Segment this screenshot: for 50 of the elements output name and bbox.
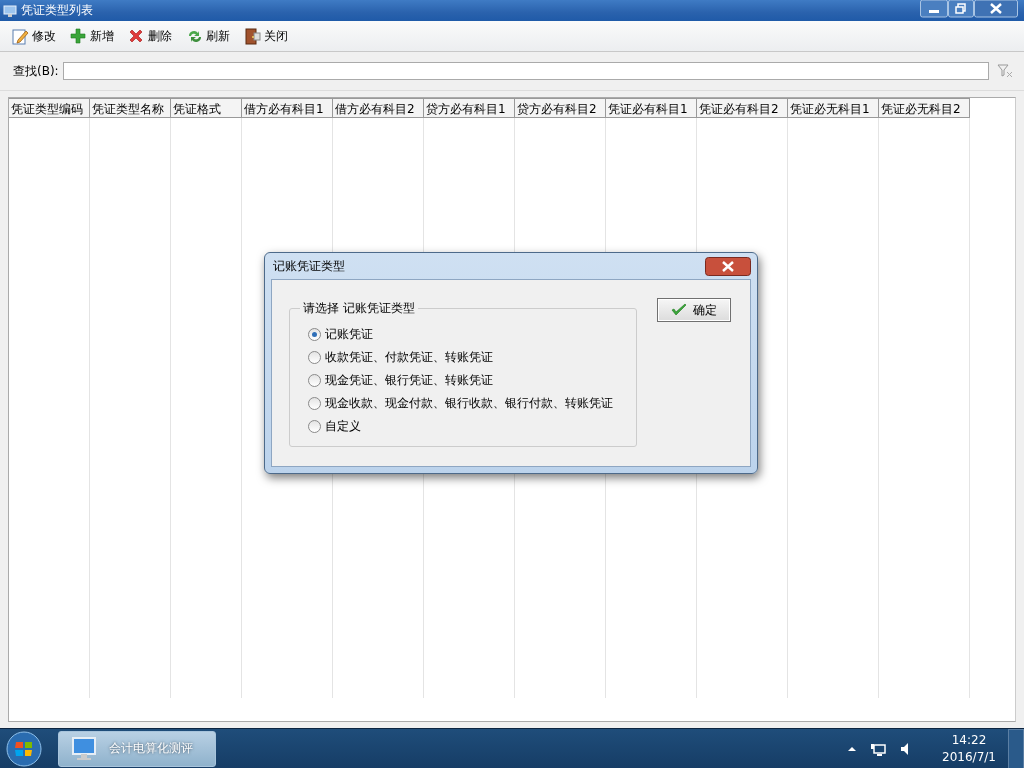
close-button[interactable] xyxy=(705,256,751,276)
ok-button[interactable]: 确定 xyxy=(657,298,731,322)
radio-button[interactable] xyxy=(308,374,321,387)
search-label: 查找(B): xyxy=(13,62,59,80)
toolbar-button[interactable]: 删除 xyxy=(124,25,176,47)
column-header[interactable]: 凭证格式 xyxy=(171,98,242,118)
close-icon xyxy=(128,27,145,45)
clock-date: 2016/7/1 xyxy=(942,748,996,766)
minimize-button[interactable] xyxy=(920,0,948,18)
plus-icon xyxy=(70,27,87,45)
close-button[interactable] xyxy=(974,0,1018,18)
toolbar-button[interactable]: 修改 xyxy=(8,25,60,47)
column-header[interactable]: 凭证类型编码 xyxy=(9,98,90,118)
caret-up-icon[interactable] xyxy=(848,745,856,752)
search-field[interactable] xyxy=(62,62,989,80)
dialog-title: 记账凭证类型 xyxy=(273,257,345,275)
window-title: 凭证类型列表 xyxy=(21,2,93,19)
column-header[interactable]: 贷方必有科目1 xyxy=(424,98,515,118)
check-icon xyxy=(671,303,687,317)
app-window-icon xyxy=(3,3,17,18)
radio-button[interactable] xyxy=(308,351,321,364)
toolbar-button[interactable]: 新增 xyxy=(66,25,118,47)
radio-option[interactable]: 现金收款、现金付款、银行收款、银行付款、转账凭证 xyxy=(308,392,636,415)
column-header[interactable]: 凭证必有科目2 xyxy=(697,98,788,118)
edit-icon xyxy=(12,27,29,45)
radio-button[interactable] xyxy=(308,328,321,341)
show-desktop-button[interactable] xyxy=(1008,728,1024,768)
radio-option[interactable]: 记账凭证 xyxy=(308,323,636,346)
radio-button[interactable] xyxy=(308,397,321,410)
restore-button[interactable] xyxy=(948,0,974,18)
group-label: 请选择 记账凭证类型 xyxy=(302,300,416,317)
column-header[interactable]: 贷方必有科目2 xyxy=(515,98,606,118)
radio-option[interactable]: 自定义 xyxy=(308,415,636,438)
column-header[interactable]: 凭证必无科目1 xyxy=(788,98,879,118)
radio-option[interactable]: 现金凭证、银行凭证、转账凭证 xyxy=(308,369,636,392)
column-header[interactable]: 凭证必无科目2 xyxy=(879,98,970,118)
toolbar-button[interactable]: 刷新 xyxy=(182,25,234,47)
close-button[interactable]: 关闭 xyxy=(240,25,292,47)
clock-time: 14:22 xyxy=(951,731,987,749)
column-header[interactable]: 凭证类型名称 xyxy=(90,98,171,118)
column-header[interactable]: 借方必有科目2 xyxy=(333,98,424,118)
radio-option[interactable]: 收款凭证、付款凭证、转账凭证 xyxy=(308,346,636,369)
speaker-icon[interactable] xyxy=(900,741,910,756)
column-header[interactable]: 凭证必有科目1 xyxy=(606,98,697,118)
door-icon xyxy=(244,27,261,45)
column-header[interactable]: 借方必有科目1 xyxy=(242,98,333,118)
radio-button[interactable] xyxy=(308,420,321,433)
network-icon[interactable] xyxy=(870,741,886,756)
start-button[interactable] xyxy=(4,729,44,768)
monitor-icon xyxy=(71,735,97,762)
